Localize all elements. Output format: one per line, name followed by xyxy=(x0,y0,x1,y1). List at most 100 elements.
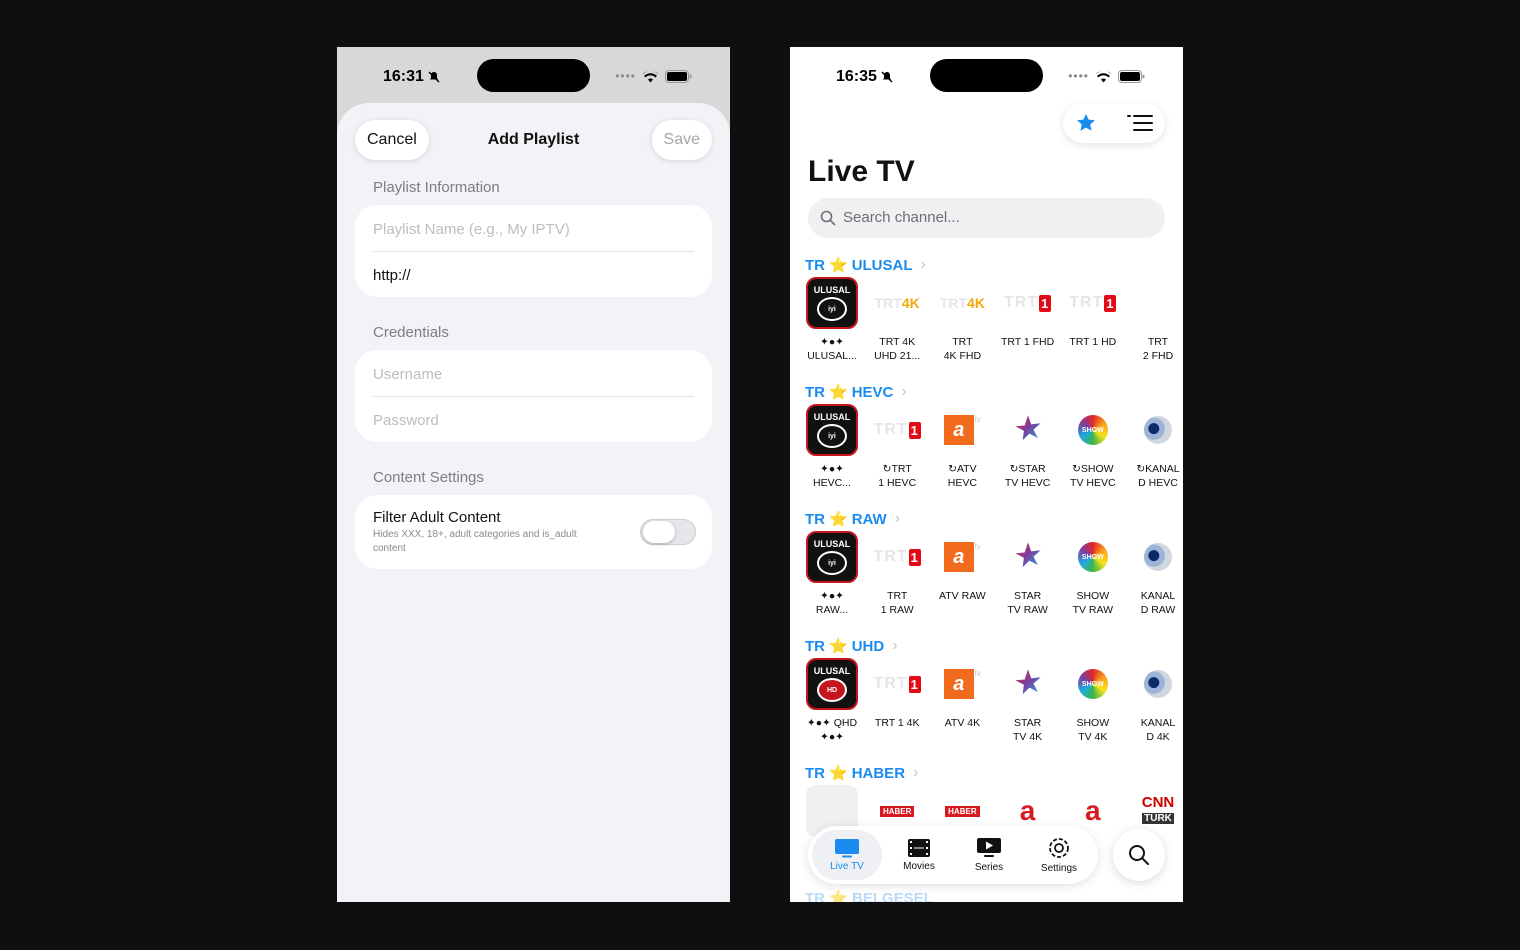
save-button[interactable]: Save xyxy=(651,120,712,160)
section-prefix: TR xyxy=(805,637,825,655)
channel-name: ✦●✦ ULUSAL... xyxy=(807,336,857,362)
trt1-logo: TRT 1 xyxy=(1069,294,1117,312)
section-header[interactable]: TR ⭐ HEVC › xyxy=(805,380,907,404)
channel-name: KANAL D 4K xyxy=(1140,717,1176,743)
kanal-d-logo xyxy=(1132,404,1183,456)
channel-tile[interactable]: TRT 1 TRT 1 RAW xyxy=(867,531,927,617)
tab-movies[interactable]: Movies xyxy=(884,830,954,880)
status-bar: 16:31 •••• xyxy=(337,47,730,107)
section-name: ULUSAL xyxy=(851,256,913,274)
playlist-info-group: Playlist Name (e.g., My IPTV) http:// xyxy=(355,205,712,297)
section-header[interactable]: TR ⭐ ULUSAL › xyxy=(805,253,926,277)
tab-live-tv[interactable]: Live TV xyxy=(812,830,882,880)
channel-tile[interactable]: SHOW SHOW TV RAW xyxy=(1063,531,1123,617)
filter-adult-toggle[interactable] xyxy=(640,519,696,545)
status-time: 16:35 xyxy=(836,68,877,85)
channel-name: ✦●✦ QHD ✦●✦ xyxy=(806,717,858,743)
search-input[interactable]: Search channel... xyxy=(843,209,960,226)
filter-adult-title: Filter Adult Content xyxy=(373,509,501,526)
channel-tile[interactable]: KANAL D RAW xyxy=(1128,531,1183,617)
chevron-right-icon: › xyxy=(894,510,901,527)
tab-label: Movies xyxy=(903,861,935,872)
tab-series[interactable]: Series xyxy=(954,830,1024,880)
section-name: RAW xyxy=(851,510,887,528)
divider xyxy=(373,396,694,397)
channel-tile[interactable]: ULUSAL iyi ✦●✦ RAW... xyxy=(802,531,862,617)
channel-tile[interactable]: ULUSAL HD ✦●✦ QHD ✦●✦ xyxy=(802,658,862,744)
search-bar[interactable]: Search channel... xyxy=(808,198,1165,238)
channel-tile[interactable]: a tv ↻ATV HEVC xyxy=(932,404,992,490)
tab-settings[interactable]: Settings xyxy=(1024,830,1094,880)
channel-section: TR ⭐ UHD › ULUSAL HD ✦●✦ QHD ✦●✦ TRT 1 TRT 1 4K a t… xyxy=(790,634,1183,761)
list-filter-icon[interactable] xyxy=(1127,114,1153,132)
show-tv-logo: SHOW xyxy=(1067,658,1119,710)
section-header[interactable]: TR ⭐ HABER › xyxy=(805,761,918,785)
channel-tile[interactable]: ULUSAL iyi ✦●✦ HEVC... xyxy=(802,404,862,490)
channel-name: TRT 1 4K xyxy=(874,717,920,729)
channel-tile[interactable]: STAR TV RAW xyxy=(998,531,1058,617)
channel-tile[interactable]: ↻KANAL D HEVC xyxy=(1128,404,1183,490)
channel-tile[interactable]: KANAL D 4K xyxy=(1128,658,1183,744)
channel-tile[interactable]: ULUSAL iyi ✦●✦ ULUSAL... xyxy=(802,277,862,363)
chevron-right-icon: › xyxy=(901,383,907,400)
atv-logo: a tv xyxy=(936,404,988,456)
filter-adult-description: Hides XXX, 18+, adult categories and is_… xyxy=(373,529,577,554)
playlist-url-input[interactable]: http:// xyxy=(373,267,694,284)
username-input[interactable]: Username xyxy=(373,366,694,383)
channel-name: ✦●✦ RAW... xyxy=(815,590,849,616)
section-header[interactable]: TR ⭐ UHD › xyxy=(805,634,898,658)
channel-tile[interactable]: a tv ATV 4K xyxy=(932,658,992,744)
film-icon xyxy=(908,839,930,857)
next-section-header[interactable]: TR ⭐ BELGESEL xyxy=(805,889,933,902)
star-icon: ⭐ xyxy=(829,257,848,274)
channel-tile[interactable]: a tv ATV RAW xyxy=(932,531,992,617)
channel-tile[interactable]: SHOW ↻SHOW TV HEVC xyxy=(1063,404,1123,490)
channel-tile[interactable]: TRT 1 TRT 1 FHD xyxy=(998,277,1058,363)
channel-name: ✦●✦ HEVC... xyxy=(813,463,851,489)
channel-tile[interactable]: TRT 1 TRT 1 HD xyxy=(1063,277,1123,363)
playlist-name-input[interactable]: Playlist Name (e.g., My IPTV) xyxy=(373,221,694,238)
section-name: UHD xyxy=(851,637,885,655)
channel-tile[interactable]: TRT 1 ↻TRT 1 HEVC xyxy=(867,404,927,490)
channel-name: KANAL D RAW xyxy=(1140,590,1176,616)
section-header[interactable]: TR ⭐ RAW › xyxy=(805,507,900,531)
channel-name: TRT 2 FHD xyxy=(1142,336,1174,362)
star-icon: ⭐ xyxy=(829,384,848,401)
channel-tile[interactable]: TRT 2 FHD xyxy=(1128,277,1183,363)
trt1-logo: TRT 1 xyxy=(873,421,921,439)
toggle-knob xyxy=(643,521,675,543)
tab-bar: Live TV Movies Series Settings xyxy=(808,826,1098,884)
ulusal-logo: ULUSAL iyi xyxy=(806,531,858,583)
section-prefix: TR xyxy=(805,510,825,528)
channel-name: ↻KANAL D HEVC xyxy=(1136,463,1180,489)
channel-tile[interactable]: STAR TV 4K xyxy=(998,658,1058,744)
channel-name: TRT 1 RAW xyxy=(880,590,914,616)
gear-icon xyxy=(1049,838,1069,858)
playlist-info-label: Playlist Information xyxy=(373,179,500,196)
search-button[interactable] xyxy=(1113,829,1165,881)
search-icon xyxy=(820,210,836,226)
channel-section: TR ⭐ HEVC › ULUSAL iyi ✦●✦ HEVC... TRT 1 ↻TRT 1 H… xyxy=(790,380,1183,507)
chevron-right-icon: › xyxy=(920,256,926,273)
tv-icon xyxy=(835,839,859,858)
password-input[interactable]: Password xyxy=(373,412,694,429)
battery-icon xyxy=(665,69,692,83)
tab-label: Live TV xyxy=(830,861,864,872)
show-tv-logo: SHOW xyxy=(1067,404,1119,456)
channel-tile[interactable]: TRT4K TRT 4K FHD xyxy=(932,277,992,363)
atv-logo: a tv xyxy=(936,658,988,710)
channel-name: TRT 1 HD xyxy=(1069,336,1117,348)
channel-tile[interactable]: TRT4K TRT 4K UHD 21... xyxy=(867,277,927,363)
section-prefix: TR xyxy=(805,256,825,274)
status-time: 16:31 xyxy=(383,68,424,85)
kanal-d-logo xyxy=(1132,658,1183,710)
star-favorites-icon[interactable] xyxy=(1075,112,1097,134)
content-settings-group: Filter Adult Content Hides XXX, 18+, adu… xyxy=(355,495,712,569)
channel-tile[interactable]: ↻STAR TV HEVC xyxy=(998,404,1058,490)
add-playlist-sheet: Cancel Add Playlist Save Playlist Inform… xyxy=(337,103,730,902)
channel-name: SHOW TV 4K xyxy=(1076,717,1110,743)
channel-tile[interactable]: SHOW SHOW TV 4K xyxy=(1063,658,1123,744)
ulusal-logo: ULUSAL iyi xyxy=(806,277,858,329)
channel-tile[interactable]: TRT 1 TRT 1 4K xyxy=(867,658,927,744)
star-tv-logo xyxy=(1002,531,1054,583)
